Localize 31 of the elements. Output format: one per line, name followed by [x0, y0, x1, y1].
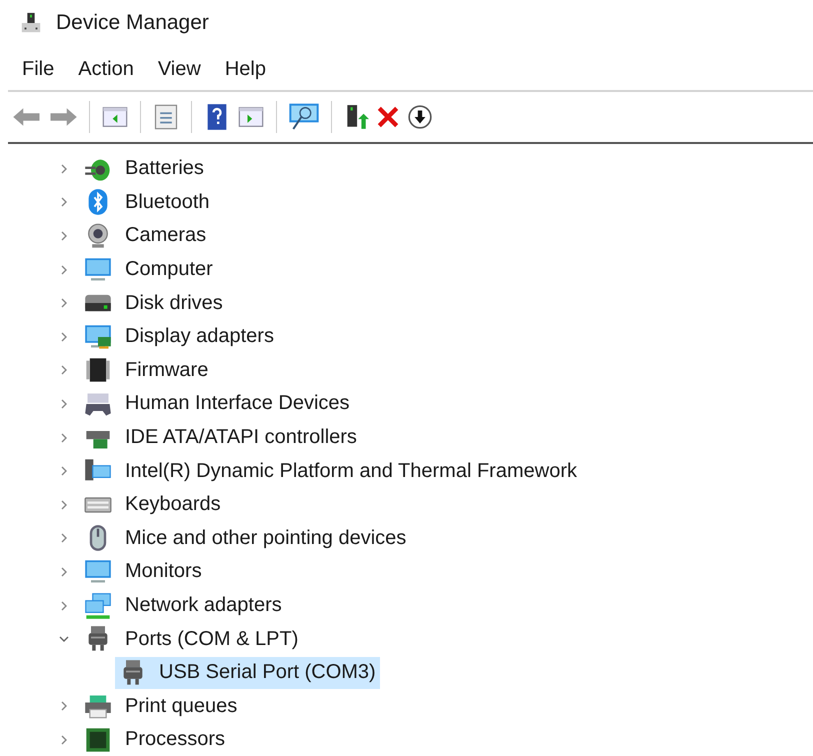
tree-item[interactable]: Disk drives — [121, 290, 227, 317]
down-arrow-circle-icon[interactable] — [407, 104, 433, 130]
tree-item[interactable]: Computer — [121, 256, 217, 284]
tree-item[interactable]: Ports (COM & LPT) — [121, 626, 302, 653]
processor-icon — [84, 726, 112, 754]
tree-item[interactable]: Processors — [121, 726, 230, 754]
tree-item[interactable]: Firmware — [121, 356, 212, 384]
document-icon[interactable] — [152, 103, 180, 131]
cross-icon[interactable] — [375, 104, 401, 130]
tree-item[interactable]: Mice and other pointing devices — [121, 524, 410, 552]
tree-item[interactable]: Network adapters — [121, 592, 286, 620]
menu-item[interactable]: Help — [216, 58, 274, 90]
network-icon — [84, 592, 112, 620]
menu-item[interactable]: Action — [70, 58, 142, 90]
menu-item[interactable]: File — [14, 58, 62, 90]
tree-item[interactable]: Human Interface Devices — [121, 390, 354, 418]
monitor-card-icon — [84, 322, 112, 351]
tree-item[interactable]: Display adapters — [121, 323, 278, 350]
tree-item[interactable]: Batteries — [121, 155, 208, 182]
tree-item[interactable]: IDE ATA/ATAPI controllers — [121, 424, 361, 452]
window-title: Device Manager — [56, 11, 209, 35]
tree-item[interactable]: Print queues — [121, 692, 242, 720]
tree-item[interactable]: Cameras — [121, 222, 210, 250]
device-manager-icon — [20, 12, 42, 34]
tree-item[interactable]: USB Serial Port (COM3) — [115, 656, 380, 689]
tree-item[interactable]: Monitors — [121, 558, 206, 586]
tree-item[interactable]: Keyboards — [121, 491, 225, 518]
tree-item[interactable]: Intel(R) Dynamic Platform and Thermal Framework — [121, 458, 581, 485]
tree-item[interactable]: Bluetooth — [121, 188, 214, 216]
chip-icon — [84, 356, 112, 384]
menu-item[interactable]: View — [150, 58, 209, 90]
